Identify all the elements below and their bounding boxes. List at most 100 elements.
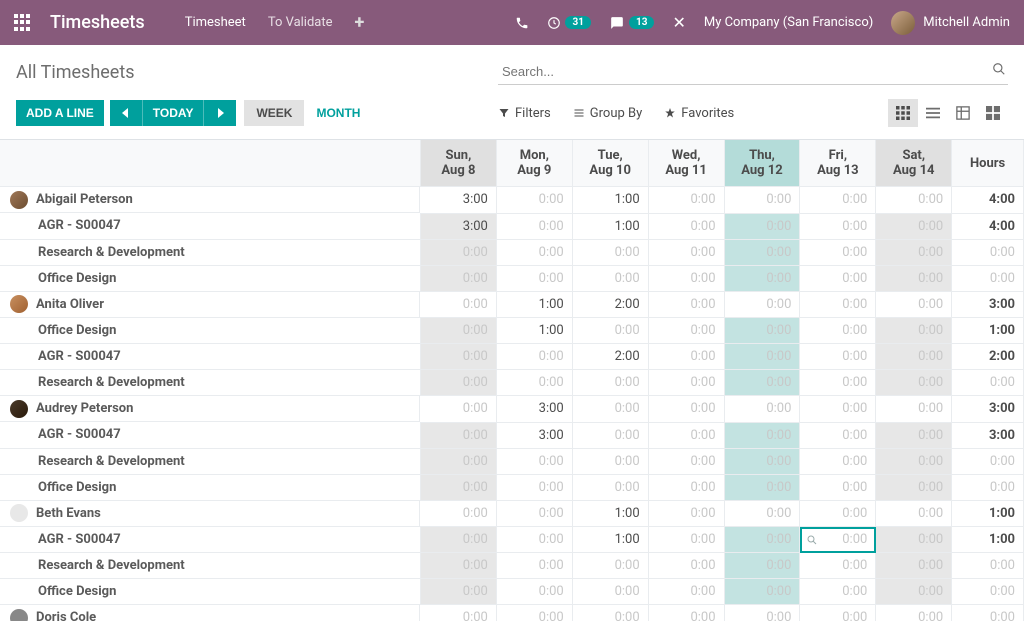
time-cell[interactable]: 0:00 xyxy=(572,318,648,344)
favorites-button[interactable]: Favorites xyxy=(664,99,734,127)
time-cell[interactable]: 3:00 xyxy=(496,396,572,423)
time-cell[interactable]: 3:00 xyxy=(420,213,496,239)
time-cell[interactable]: 0:00 xyxy=(876,187,952,214)
chat-badge[interactable]: 13 xyxy=(609,16,654,30)
time-cell[interactable]: 0:00 xyxy=(800,605,876,622)
time-cell[interactable]: 0:00 xyxy=(876,474,952,500)
line-row-name[interactable]: AGR - S00047 xyxy=(0,527,420,553)
search-input[interactable] xyxy=(498,59,1008,85)
time-cell[interactable]: 0:00 xyxy=(572,239,648,265)
time-cell[interactable]: 1:00 xyxy=(572,527,648,553)
group-row-name[interactable]: Beth Evans xyxy=(0,501,420,527)
time-cell[interactable]: 0:00 xyxy=(724,265,800,291)
time-cell[interactable]: 0:00 xyxy=(420,605,496,622)
time-cell[interactable]: 0:00 xyxy=(420,396,496,423)
next-button[interactable] xyxy=(204,100,236,126)
view-kanban-button[interactable] xyxy=(978,99,1008,127)
time-cell[interactable]: 0:00 xyxy=(496,448,572,474)
time-cell[interactable]: 0:00 xyxy=(572,422,648,448)
group-row-name[interactable]: Anita Oliver xyxy=(0,292,420,318)
time-cell[interactable]: 0:00 xyxy=(876,213,952,239)
group-row-name[interactable]: Doris Cole xyxy=(0,605,420,621)
time-cell[interactable]: 0:00 xyxy=(496,213,572,239)
time-cell[interactable]: 0:00 xyxy=(496,579,572,605)
time-cell[interactable]: 0:00 xyxy=(724,291,800,318)
time-cell[interactable]: 0:00 xyxy=(724,422,800,448)
range-week-button[interactable]: WEEK xyxy=(244,100,304,126)
time-cell[interactable]: 1:00 xyxy=(572,500,648,527)
time-cell[interactable]: 0:00 xyxy=(648,318,724,344)
line-row-name[interactable]: Office Design xyxy=(0,579,420,605)
time-cell[interactable]: 0:00 xyxy=(572,265,648,291)
time-cell[interactable]: 0:00 xyxy=(800,422,876,448)
time-cell[interactable]: 0:00 xyxy=(648,344,724,370)
plus-icon[interactable]: + xyxy=(355,12,365,33)
group-row-name[interactable]: Audrey Peterson xyxy=(0,396,420,422)
time-cell[interactable]: 0:00 xyxy=(420,422,496,448)
time-cell[interactable]: 0:00 xyxy=(496,265,572,291)
time-cell[interactable]: 0:00 xyxy=(800,213,876,239)
clock-badge[interactable]: 31 xyxy=(547,16,590,30)
prev-button[interactable] xyxy=(110,100,143,126)
time-cell[interactable]: 0:00 xyxy=(724,318,800,344)
time-cell[interactable]: 0:00 xyxy=(648,213,724,239)
user-menu[interactable]: Mitchell Admin xyxy=(891,11,1010,35)
time-cell[interactable]: 0:00 xyxy=(648,370,724,396)
time-cell[interactable]: 0:00 xyxy=(648,291,724,318)
line-row-name[interactable]: AGR - S00047 xyxy=(0,213,420,239)
time-cell[interactable]: 0:00 xyxy=(800,291,876,318)
time-cell[interactable]: 0:00 xyxy=(496,474,572,500)
group-by-button[interactable]: Group By xyxy=(573,99,643,127)
time-cell[interactable]: 0:00 xyxy=(724,344,800,370)
time-cell[interactable]: 0:00 xyxy=(724,187,800,214)
time-cell[interactable]: 0:00 xyxy=(876,291,952,318)
nav-to-validate[interactable]: To Validate xyxy=(268,15,333,30)
time-cell[interactable]: 0:00 xyxy=(648,527,724,553)
group-row-name[interactable]: Abigail Peterson xyxy=(0,187,420,213)
time-cell[interactable]: 0:00 xyxy=(420,474,496,500)
time-cell[interactable]: 0:00 xyxy=(876,500,952,527)
time-cell[interactable]: 2:00 xyxy=(572,291,648,318)
time-cell[interactable]: 0:00 xyxy=(724,448,800,474)
time-cell[interactable]: 0:00 xyxy=(572,448,648,474)
time-cell[interactable]: 0:00 xyxy=(800,370,876,396)
time-cell[interactable]: 0:00 xyxy=(496,187,572,214)
time-cell[interactable]: 3:00 xyxy=(496,422,572,448)
time-cell[interactable]: 0:00 xyxy=(420,527,496,553)
time-cell[interactable]: 0:00 xyxy=(800,265,876,291)
view-pivot-button[interactable] xyxy=(948,99,978,127)
time-cell[interactable]: 1:00 xyxy=(496,291,572,318)
line-row-name[interactable]: Research & Development xyxy=(0,448,420,474)
time-cell[interactable]: 0:00 xyxy=(724,553,800,579)
time-cell[interactable]: 0:00 xyxy=(876,422,952,448)
time-cell[interactable]: 0:00 xyxy=(420,265,496,291)
time-cell[interactable]: 0:00 xyxy=(800,187,876,214)
time-cell[interactable]: 0:00 xyxy=(648,422,724,448)
time-cell[interactable]: 0:00 xyxy=(420,370,496,396)
time-cell[interactable]: 0:00 xyxy=(496,239,572,265)
time-cell[interactable]: 0:00 xyxy=(648,553,724,579)
search-icon[interactable] xyxy=(992,62,1006,76)
time-cell[interactable]: 0:00 xyxy=(572,396,648,423)
time-cell[interactable]: 3:00 xyxy=(420,187,496,214)
time-cell[interactable]: 1:00 xyxy=(496,318,572,344)
time-cell[interactable]: 0:00 xyxy=(572,474,648,500)
company-selector[interactable]: My Company (San Francisco) xyxy=(704,15,873,30)
time-cell[interactable]: 0:00 xyxy=(800,579,876,605)
line-row-name[interactable]: Office Design xyxy=(0,318,420,344)
time-cell[interactable]: 0:00 xyxy=(420,448,496,474)
time-cell[interactable]: 0:00 xyxy=(648,605,724,622)
time-cell[interactable]: 0:00 xyxy=(876,370,952,396)
close-icon[interactable]: ✕ xyxy=(672,13,685,32)
magnify-icon[interactable] xyxy=(806,534,818,546)
time-cell[interactable]: 0:00 xyxy=(420,318,496,344)
time-cell[interactable]: 0:00 xyxy=(800,344,876,370)
time-cell[interactable]: 0:00 xyxy=(800,474,876,500)
time-cell[interactable]: 0:00 xyxy=(648,239,724,265)
time-cell[interactable]: 0:00 xyxy=(420,553,496,579)
time-cell[interactable]: 0:00 xyxy=(876,448,952,474)
time-cell[interactable]: 0:00 xyxy=(724,239,800,265)
time-cell[interactable]: 0:00 xyxy=(496,527,572,553)
time-cell[interactable]: 0:00 xyxy=(800,239,876,265)
line-row-name[interactable]: AGR - S00047 xyxy=(0,344,420,370)
